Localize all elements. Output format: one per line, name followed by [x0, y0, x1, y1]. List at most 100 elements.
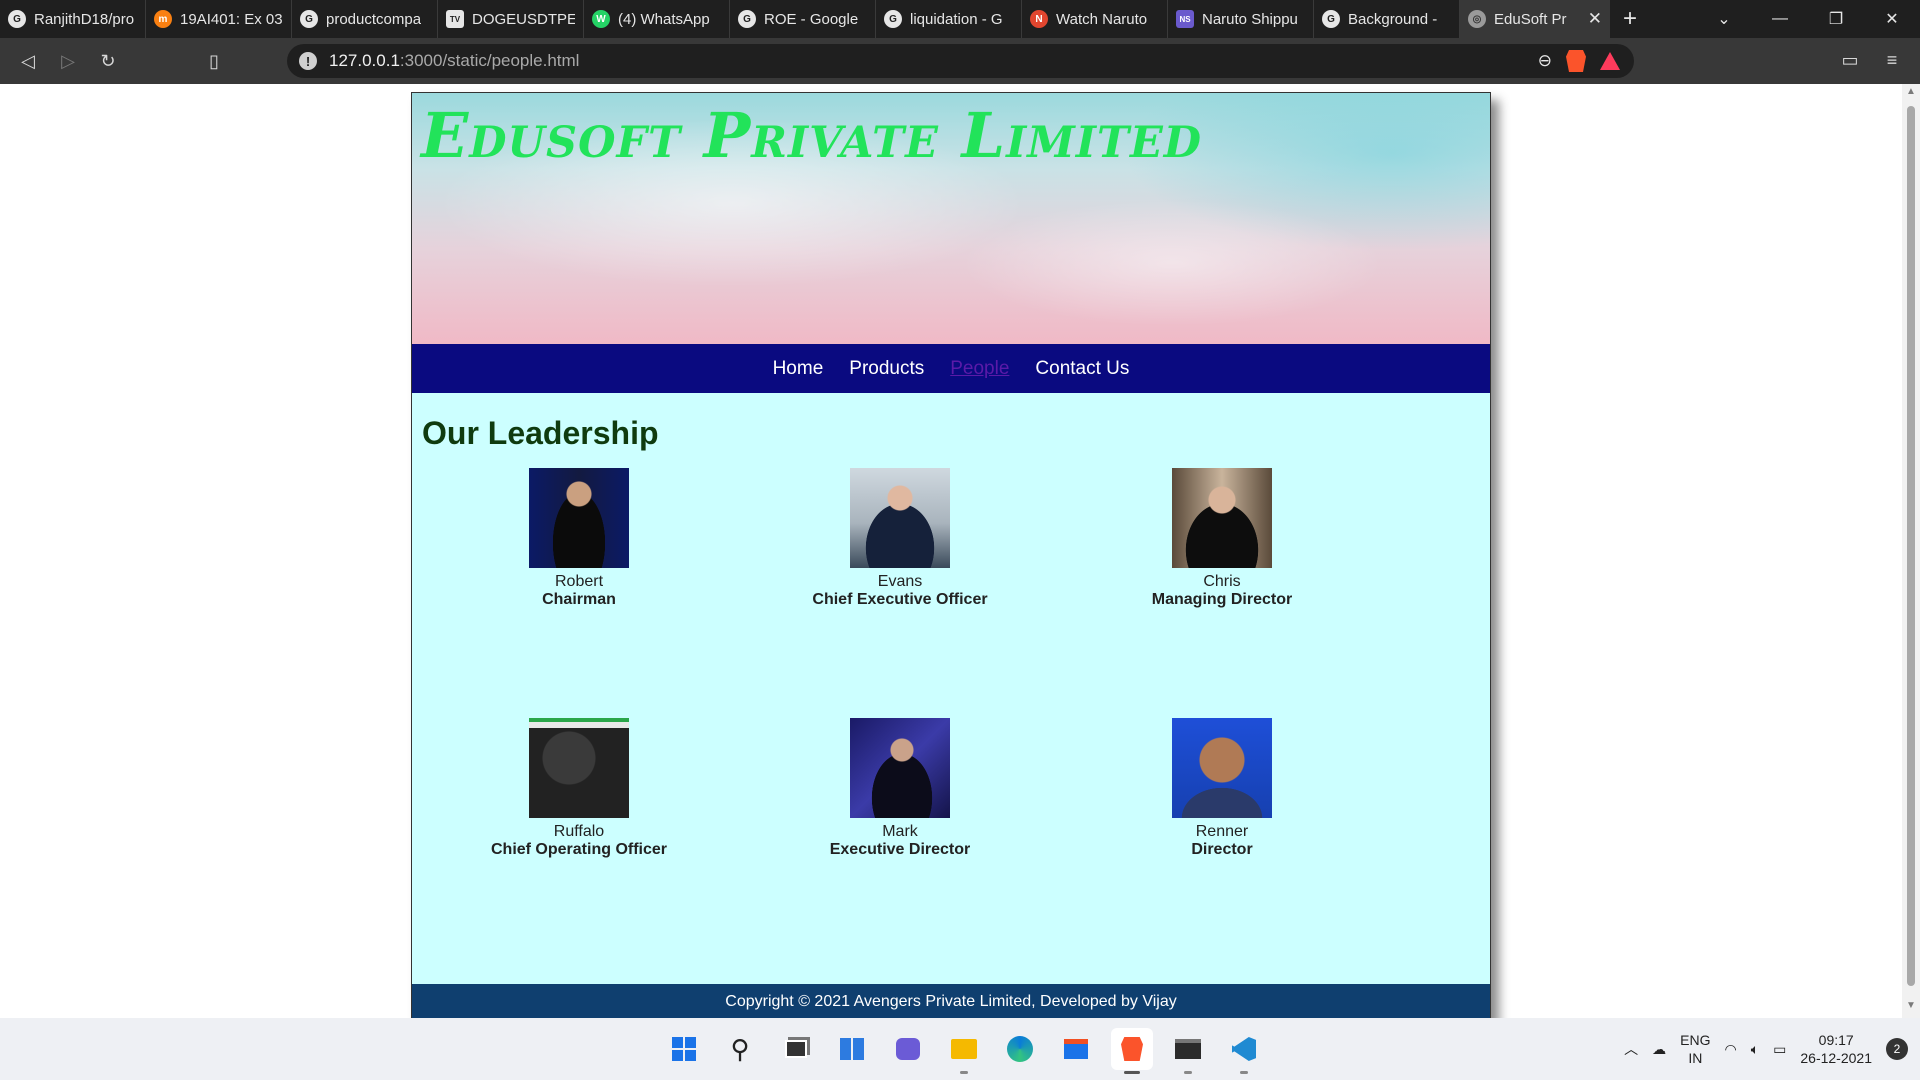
site-header: Edusoft Private Limited — [412, 93, 1490, 344]
taskbar-apps: ⚲ — [663, 1028, 1265, 1074]
wallet-icon[interactable]: ▭ — [1830, 50, 1870, 71]
page-scrollbar[interactable]: ▲ ▼ — [1902, 84, 1920, 1018]
person-card: Ruffalo Chief Operating Officer — [419, 718, 739, 859]
person-photo — [850, 718, 950, 818]
brave-rewards-icon[interactable] — [1600, 52, 1620, 70]
language-indicator[interactable]: ENG IN — [1680, 1031, 1710, 1067]
reload-icon[interactable]: ↻ — [88, 51, 128, 72]
nav-people[interactable]: People — [950, 358, 1009, 380]
tab-title: EduSoft Pr — [1494, 10, 1567, 28]
bookmark-icon[interactable]: ▯ — [194, 51, 234, 72]
person-name: Mark — [882, 823, 918, 840]
browser-tab[interactable]: Gliquidation - G — [876, 0, 1022, 38]
address-bar-actions: ⊖ — [1538, 50, 1634, 72]
volume-icon[interactable]: 🔈︎ — [1751, 1041, 1759, 1058]
whatsapp-icon: W — [592, 10, 610, 28]
browser-tab[interactable]: G RanjithD18/pro — [0, 0, 146, 38]
google-icon: G — [738, 10, 756, 28]
url-host: 127.0.0.1 — [329, 51, 400, 70]
clock[interactable]: 09:17 26-12-2021 — [1800, 1031, 1872, 1067]
windows-start-icon[interactable] — [663, 1028, 705, 1070]
person-card: Renner Director — [1062, 718, 1382, 859]
brave-shields-icon[interactable] — [1566, 50, 1586, 72]
tab-title: DOGEUSDTPER — [472, 10, 575, 28]
tradingview-icon: TV — [446, 10, 464, 28]
person-card: Robert Chairman — [419, 468, 739, 609]
moodle-icon: m — [154, 10, 172, 28]
store-icon[interactable] — [1055, 1028, 1097, 1070]
region-code: IN — [1688, 1050, 1703, 1066]
file-explorer-icon[interactable] — [943, 1028, 985, 1074]
scroll-down-icon[interactable]: ▼ — [1902, 1000, 1920, 1016]
person-role: Chief Executive Officer — [812, 591, 988, 608]
browser-tab[interactable]: Gproductcompa — [292, 0, 438, 38]
brave-browser-icon[interactable] — [1111, 1028, 1153, 1074]
close-window-icon[interactable]: ✕ — [1864, 9, 1920, 29]
browser-tab-active[interactable]: ◎ EduSoft Pr ✕ — [1460, 0, 1610, 38]
site-brand: Edusoft Private Limited — [421, 99, 1203, 172]
search-icon[interactable]: ⚲ — [719, 1028, 761, 1070]
new-tab-button[interactable]: + — [1610, 0, 1650, 38]
browser-tab[interactable]: TV DOGEUSDTPER — [438, 0, 584, 38]
person-name: Chris — [1203, 573, 1241, 590]
browser-tab[interactable]: W (4) WhatsApp — [584, 0, 730, 38]
person-name: Renner — [1195, 823, 1249, 840]
vscode-icon[interactable] — [1223, 1028, 1265, 1074]
restore-icon[interactable]: ❐ — [1808, 9, 1864, 29]
google-icon: G — [884, 10, 902, 28]
widgets-icon[interactable] — [831, 1028, 873, 1070]
nav-products[interactable]: Products — [849, 358, 924, 380]
tab-title: 19AI401: Ex 03: — [180, 10, 283, 28]
site-info-icon[interactable]: ! — [299, 52, 317, 70]
browser-tab[interactable]: m 19AI401: Ex 03: — [146, 0, 292, 38]
nav-contact-us[interactable]: Contact Us — [1035, 358, 1129, 380]
scrollbar-thumb[interactable] — [1907, 106, 1915, 986]
person-role: Director — [1191, 841, 1253, 858]
globe-icon: ◎ — [1468, 10, 1486, 28]
person-card: Chris Managing Director — [1062, 468, 1382, 609]
terminal-icon[interactable] — [1167, 1028, 1209, 1074]
onedrive-icon[interactable]: ☁ — [1652, 1041, 1666, 1058]
notification-badge[interactable]: 2 — [1886, 1038, 1908, 1060]
person-role: Managing Director — [1151, 591, 1293, 608]
person-name: Evans — [877, 573, 923, 590]
address-bar[interactable]: ! 127.0.0.1:3000/static/people.html ⊖ — [287, 44, 1634, 78]
tab-title: ROE - Google — [764, 10, 859, 28]
crunchyroll-icon: N — [1030, 10, 1048, 28]
tab-title: (4) WhatsApp — [618, 10, 710, 28]
close-tab-icon[interactable]: ✕ — [1582, 9, 1602, 29]
person-card: Mark Executive Director — [740, 718, 1060, 859]
scroll-up-icon[interactable]: ▲ — [1902, 86, 1920, 102]
browser-tab[interactable]: G ROE - Google — [730, 0, 876, 38]
zoom-icon[interactable]: ⊖ — [1538, 51, 1552, 71]
tab-search-icon[interactable]: ⌄ — [1696, 9, 1752, 29]
show-hidden-icons-icon[interactable]: ︿ — [1624, 1039, 1638, 1059]
back-icon[interactable]: ◁ — [8, 51, 48, 72]
forward-icon[interactable]: ▷ — [48, 51, 88, 72]
task-view-icon[interactable] — [775, 1028, 817, 1070]
tab-title: Naruto Shippu — [1202, 10, 1298, 28]
leadership-section: Our Leadership Robert Chairman Evans Chi… — [412, 393, 1490, 880]
tab-title: liquidation - G — [910, 10, 1003, 28]
minimize-icon[interactable]: — — [1752, 10, 1808, 28]
clock-time: 09:17 — [1818, 1032, 1854, 1048]
person-name: Robert — [554, 573, 604, 590]
browser-tab[interactable]: NS Naruto Shippu — [1168, 0, 1314, 38]
page-title: Our Leadership — [422, 415, 659, 451]
person-photo — [850, 468, 950, 568]
edge-icon[interactable] — [999, 1028, 1041, 1070]
chat-icon[interactable] — [887, 1028, 929, 1070]
github-icon: G — [8, 10, 26, 28]
menu-icon[interactable]: ≡ — [1872, 50, 1912, 71]
browser-tab[interactable]: G Background - — [1314, 0, 1460, 38]
nav-home[interactable]: Home — [773, 358, 824, 380]
ns-icon: NS — [1176, 10, 1194, 28]
page-viewport: Edusoft Private Limited Home Products Pe… — [0, 84, 1902, 1018]
browser-tab-bar: G RanjithD18/pro m 19AI401: Ex 03: Gproduc… — [0, 0, 1920, 38]
tab-title: productcompa — [326, 10, 422, 28]
windows-logo-icon — [672, 1037, 696, 1061]
browser-tab[interactable]: N Watch Naruto — [1022, 0, 1168, 38]
battery-icon[interactable]: ▭ — [1773, 1041, 1786, 1058]
person-name: Ruffalo — [553, 823, 605, 840]
wifi-icon[interactable]: ◠ — [1725, 1041, 1737, 1058]
